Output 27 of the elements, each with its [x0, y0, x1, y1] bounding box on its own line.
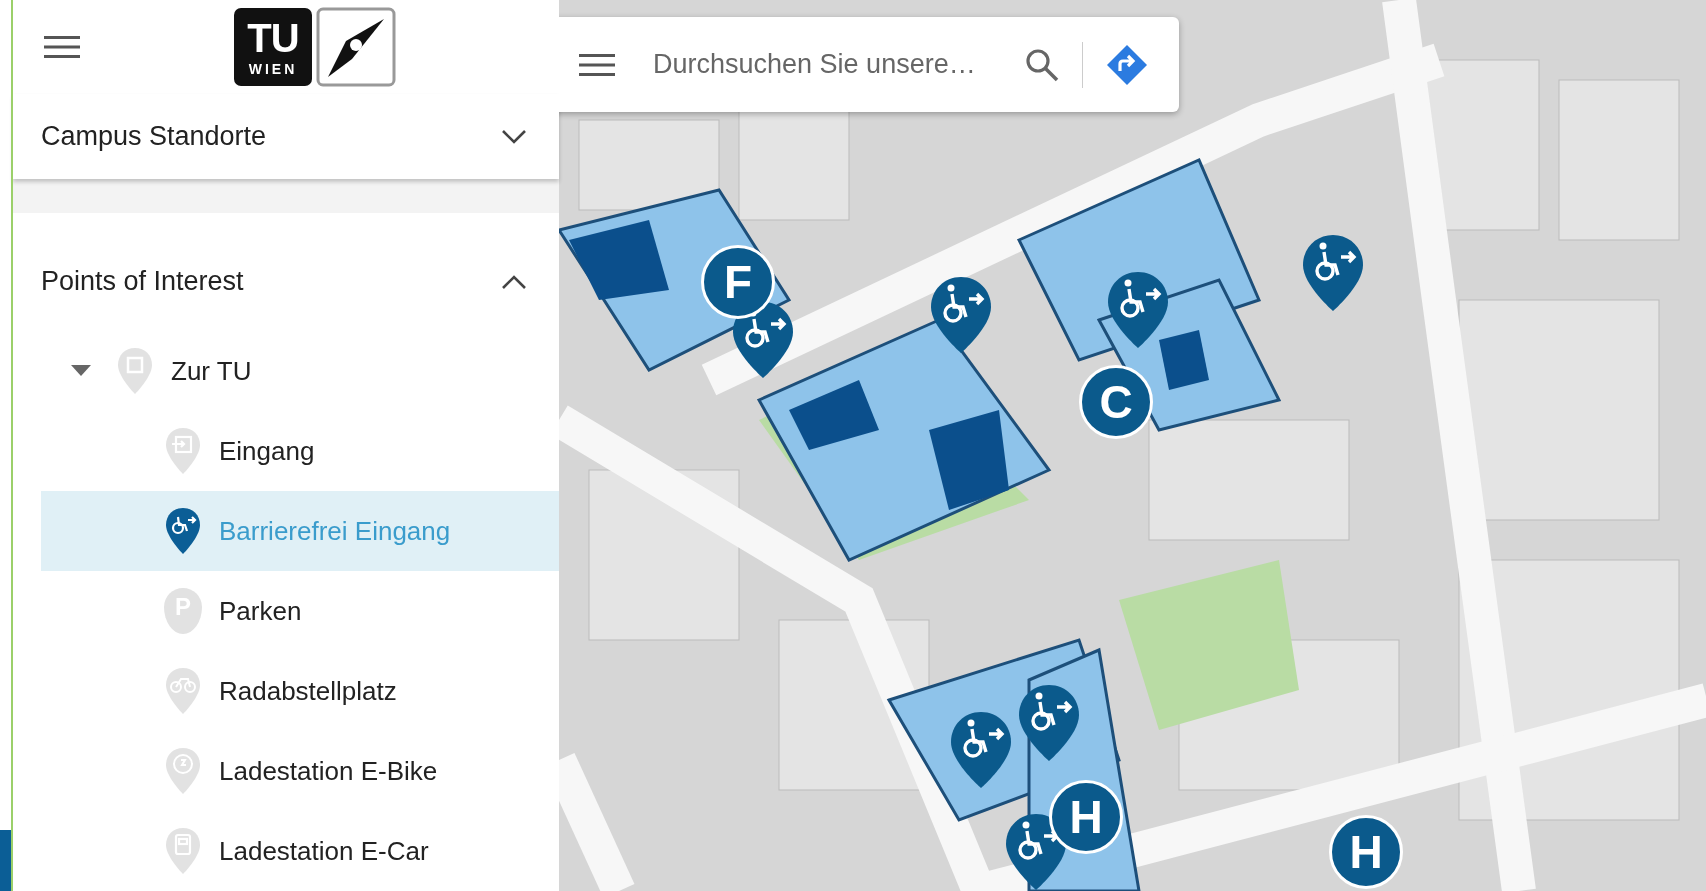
bicycle-pin-icon [164, 666, 202, 716]
wheelchair-marker-icon[interactable] [731, 300, 795, 380]
tree-item[interactable]: Zur TU [13, 331, 559, 411]
wheelchair-marker-icon[interactable] [949, 710, 1013, 790]
menu-icon [579, 52, 615, 77]
pin-icon [116, 346, 154, 396]
edge-block [0, 830, 11, 891]
section-header[interactable]: Campus Standorte [13, 93, 559, 179]
wheelchair-marker-icon[interactable] [929, 275, 993, 355]
building-wing [1159, 330, 1209, 390]
search-icon[interactable] [1024, 46, 1060, 83]
tree-item[interactable]: Radabstellplatz [41, 651, 559, 731]
plug-pin-icon [164, 746, 202, 796]
charger-pin-icon [164, 826, 202, 876]
wheelchair-marker-icon[interactable] [1106, 270, 1170, 350]
logo: TU WIEN [234, 7, 312, 86]
directions-icon[interactable] [1105, 42, 1149, 87]
wheelchair-marker-icon[interactable] [1017, 683, 1081, 763]
wheelchair-pin-icon [164, 506, 202, 556]
tree-item[interactable]: Ladestation E-Car [41, 811, 559, 891]
tree-item[interactable]: Ladestation E-Bike [41, 731, 559, 811]
tree-item[interactable]: Eingang [41, 411, 559, 491]
wheelchair-marker-icon[interactable] [1301, 233, 1365, 313]
section-header[interactable]: Points of Interest [13, 212, 559, 331]
menu-icon [44, 33, 80, 60]
compass-icon [316, 6, 396, 87]
entrance-pin-icon [164, 426, 202, 476]
